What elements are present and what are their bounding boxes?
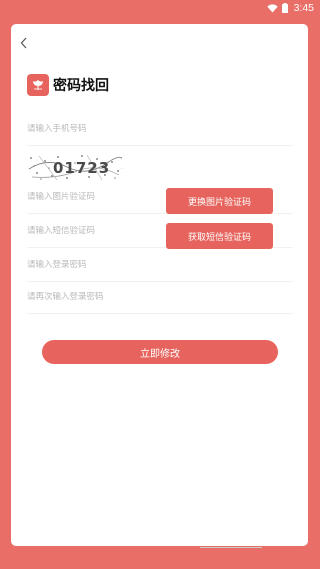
password-field[interactable]	[27, 260, 293, 282]
phone-field[interactable]	[27, 124, 293, 146]
home-indicator	[200, 547, 262, 548]
flower-logo-icon	[27, 74, 49, 96]
password-confirm-field[interactable]	[27, 292, 293, 314]
password-confirm-input[interactable]	[27, 292, 293, 302]
page-title: 密码找回	[53, 78, 109, 94]
chevron-left-icon	[20, 34, 28, 53]
submit-button[interactable]: 立即修改	[42, 340, 278, 364]
status-bar: 3:45	[0, 0, 320, 16]
back-button[interactable]	[16, 34, 32, 52]
get-sms-code-button[interactable]: 获取短信验证码	[166, 223, 273, 249]
form-card: 密码找回 01723 更换图片验证码 获取短信验证码	[11, 24, 308, 546]
status-icons	[266, 3, 288, 13]
refresh-captcha-button[interactable]: 更换图片验证码	[166, 188, 273, 214]
title-row: 密码找回	[27, 74, 109, 96]
battery-icon	[281, 3, 288, 13]
status-time: 3:45	[293, 2, 314, 14]
captcha-image: 01723	[27, 153, 124, 181]
password-input[interactable]	[27, 260, 293, 270]
captcha-text: 01723	[53, 159, 110, 177]
phone-input[interactable]	[27, 124, 293, 134]
wifi-icon	[266, 3, 278, 13]
